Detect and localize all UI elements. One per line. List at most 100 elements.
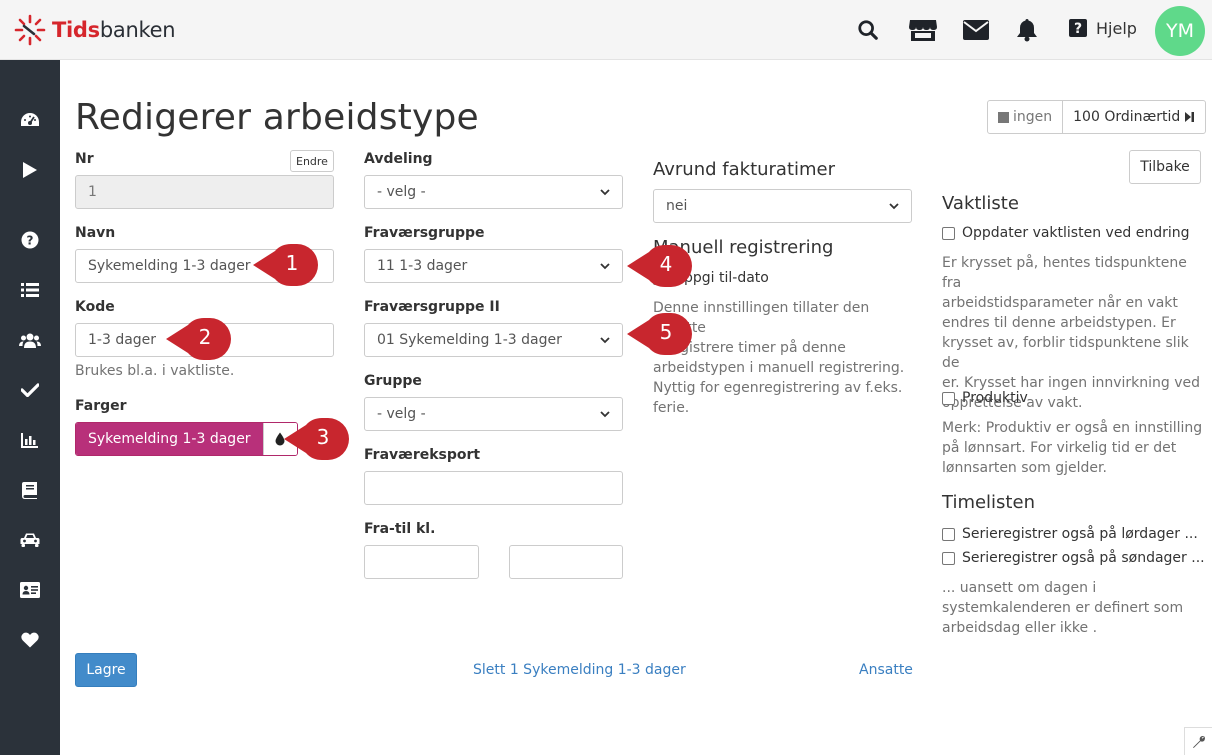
oppdater-vaktlisten-label: Oppdater vaktlisten ved endring <box>962 225 1190 241</box>
book-icon <box>22 482 37 499</box>
fravaersgruppe-value: 11 1-3 dager <box>377 258 468 274</box>
logo-text: Tidsbanken <box>52 18 176 42</box>
callout-3: 3 <box>284 417 350 461</box>
check-icon <box>21 383 39 397</box>
fratil-label: Fra-til kl. <box>364 521 436 537</box>
logo[interactable]: Tidsbanken <box>14 14 176 46</box>
sidebar-item-play[interactable] <box>0 150 60 190</box>
fakturatimer-value: nei <box>666 198 688 214</box>
bar-chart-icon <box>21 433 38 448</box>
sondag-label: Serieregistrer også på søndager ... <box>962 550 1205 566</box>
sondag-option: Serieregistrer også på søndager ... <box>942 550 1205 566</box>
fravaersgruppe-label: Fraværsgruppe <box>364 225 485 241</box>
fravaersgruppe-select[interactable]: 11 1-3 dager <box>364 249 623 283</box>
fakturatimer-heading: Avrund fakturatimer <box>653 159 836 180</box>
fravaerseksport-label: Fraværeksport <box>364 447 481 463</box>
stop-square-icon <box>998 111 1009 123</box>
save-button[interactable]: Lagre <box>75 653 137 687</box>
produktiv-description: Merk: Produktiv er også en innstilling p… <box>942 420 1203 476</box>
question-icon: ? <box>1069 19 1087 37</box>
callout-1: 1 <box>253 243 319 287</box>
sidebar-item-list[interactable] <box>0 270 60 310</box>
delete-link[interactable]: Slett 1 Sykemelding 1-3 dager <box>473 662 686 678</box>
status-ingen-label: ingen <box>1013 109 1053 125</box>
list-icon <box>21 283 39 297</box>
status-type-label: 100 Ordinærtid <box>1073 109 1181 125</box>
logo-icon <box>14 14 46 46</box>
callout-5: 5 <box>627 312 693 356</box>
sidebar-item-help[interactable]: ? <box>0 220 60 260</box>
vaktliste-heading: Vaktliste <box>942 193 1019 214</box>
sondag-checkbox[interactable] <box>942 551 955 565</box>
bell-icon[interactable] <box>1013 16 1041 44</box>
avatar[interactable]: YM <box>1155 6 1205 56</box>
produktiv-checkbox[interactable] <box>942 391 955 405</box>
color-preview-button[interactable]: Sykemelding 1-3 dager <box>76 423 263 455</box>
wrench-icon[interactable] <box>1184 727 1212 755</box>
car-icon <box>20 533 40 547</box>
callout-2: 2 <box>166 317 232 361</box>
chevron-down-icon <box>600 263 610 270</box>
avdeling-value: - velg - <box>377 184 426 200</box>
id-card-icon <box>20 582 40 598</box>
navn-label: Navn <box>75 225 116 241</box>
fra-time-input[interactable] <box>364 545 479 579</box>
users-icon <box>19 333 41 348</box>
sidebar-item-favorites[interactable] <box>0 620 60 660</box>
sidebar-item-check[interactable] <box>0 370 60 410</box>
timelisten-description: ... uansett om dagen i systemkalenderen … <box>942 580 1184 636</box>
gruppe-label: Gruppe <box>364 373 422 389</box>
sidebar-item-car[interactable] <box>0 520 60 560</box>
gruppe-select[interactable]: - velg - <box>364 397 623 431</box>
edit-nr-button[interactable]: Endre <box>290 150 334 172</box>
status-ingen-button[interactable]: ingen <box>988 101 1062 133</box>
sidebar: ? <box>0 60 60 755</box>
search-icon[interactable] <box>854 16 882 44</box>
avdeling-select[interactable]: - velg - <box>364 175 623 209</box>
til-time-input[interactable] <box>509 545 623 579</box>
produktiv-label: Produktiv <box>962 390 1028 406</box>
kode-help-text: Brukes bl.a. i vaktliste. <box>75 363 235 379</box>
sidebar-item-book[interactable] <box>0 470 60 510</box>
kode-label: Kode <box>75 299 115 315</box>
oppdater-vaktlisten-option: Oppdater vaktlisten ved endring <box>942 225 1190 241</box>
produktiv-option: Produktiv <box>942 390 1028 406</box>
status-type-button[interactable]: 100 Ordinærtid <box>1062 101 1205 133</box>
sidebar-item-id-card[interactable] <box>0 570 60 610</box>
back-button[interactable]: Tilbake <box>1129 150 1201 184</box>
page-title: Redigerer arbeidstype <box>75 97 479 138</box>
dashboard-icon <box>21 113 39 126</box>
svg-text:?: ? <box>1074 21 1082 37</box>
gruppe-value: - velg - <box>377 406 426 422</box>
timelisten-heading: Timelisten <box>942 492 1035 513</box>
fakturatimer-select[interactable]: nei <box>653 189 912 223</box>
help-label: Hjelp <box>1096 18 1137 38</box>
employees-link[interactable]: Ansatte <box>859 662 913 678</box>
color-picker: Sykemelding 1-3 dager <box>75 422 298 456</box>
lordag-option: Serieregistrer også på lørdager ... <box>942 526 1198 542</box>
nr-label: Nr <box>75 151 94 167</box>
help-link[interactable]: ? Hjelp <box>1068 18 1137 38</box>
fravaerseksport-input[interactable] <box>364 471 623 505</box>
chevron-down-icon <box>600 411 610 418</box>
lordag-label: Serieregistrer også på lørdager ... <box>962 526 1198 542</box>
step-forward-icon <box>1185 112 1195 122</box>
svg-text:?: ? <box>27 234 34 248</box>
mail-icon[interactable] <box>961 16 991 44</box>
oppdater-vaktlisten-checkbox[interactable] <box>942 226 955 240</box>
fravaersgruppe2-label: Fraværsgruppe II <box>364 299 500 315</box>
store-icon[interactable] <box>907 16 939 44</box>
avdeling-label: Avdeling <box>364 151 433 167</box>
sidebar-item-reports[interactable] <box>0 420 60 460</box>
top-bar: Tidsbanken ? Hjelp YM <box>0 0 1212 60</box>
sidebar-item-dashboard[interactable] <box>0 100 60 140</box>
fravaersgruppe2-select[interactable]: 01 Sykemelding 1-3 dager <box>364 323 623 357</box>
nr-field: 1 <box>75 175 334 209</box>
play-icon <box>23 162 37 178</box>
farger-label: Farger <box>75 398 127 414</box>
sidebar-item-users[interactable] <box>0 320 60 360</box>
vaktliste-description: Er krysset på, hentes tidspunktene fra a… <box>942 255 1201 411</box>
lordag-checkbox[interactable] <box>942 527 955 541</box>
chevron-down-icon <box>600 189 610 196</box>
question-circle-icon: ? <box>21 231 39 249</box>
